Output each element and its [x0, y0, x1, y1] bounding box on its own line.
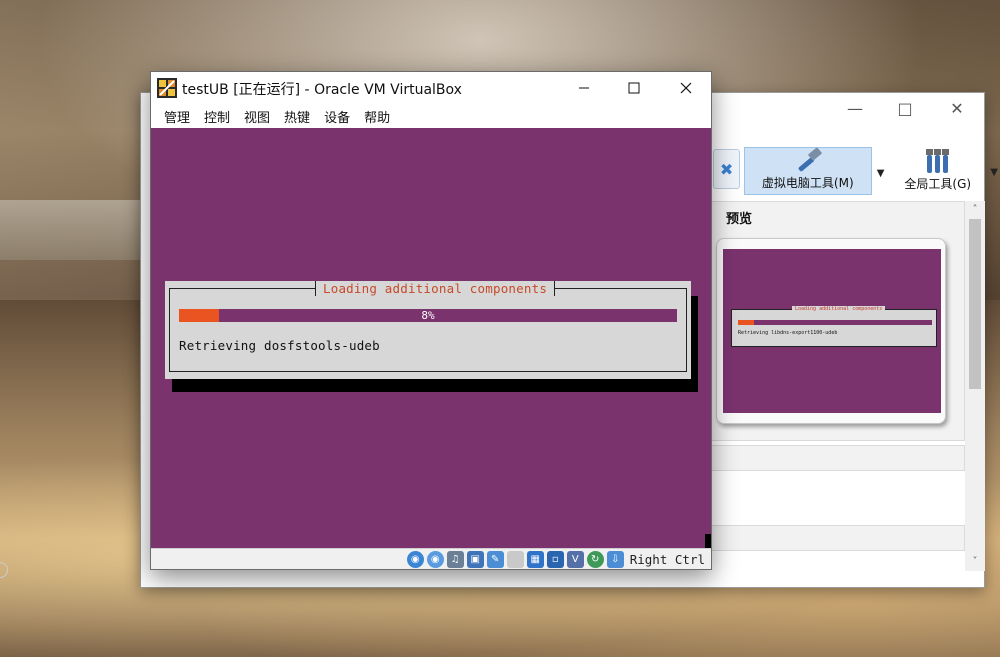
usb-icon[interactable]: ✎: [486, 550, 504, 568]
installer-dialog: Loading additional components 8% Retriev…: [165, 281, 691, 379]
machine-tools-dropdown-icon[interactable]: ▼: [877, 168, 885, 179]
menu-view[interactable]: 视图: [237, 107, 277, 126]
vm-statusbar: ◉ ◉ ♫ ▣ ✎ ▦ ▫ V ↻ ⇩ Right Ctrl: [151, 548, 711, 569]
optical-drive-icon[interactable]: ◉: [426, 550, 444, 568]
hammer-icon: [798, 148, 822, 172]
menu-help[interactable]: 帮助: [357, 107, 397, 126]
screen-edge-artifact: [705, 534, 711, 548]
host-key-label: Right Ctrl: [629, 551, 705, 567]
dialog-frame: [169, 288, 687, 372]
global-tools-icon: [925, 149, 949, 173]
manager-minimize-button[interactable]: —: [835, 93, 875, 123]
vm-titlebar[interactable]: testUB [正在运行] - Oracle VM VirtualBox: [151, 72, 711, 104]
vm-maximize-button[interactable]: [609, 72, 659, 104]
menu-devices[interactable]: 设备: [317, 107, 357, 126]
menu-hotkeys[interactable]: 热键: [277, 107, 317, 126]
preview-panel: 预览 Loading additional components Retriev…: [711, 201, 965, 441]
description-section-header[interactable]: [711, 525, 965, 551]
dialog-title: Loading additional components: [315, 281, 556, 296]
hard-disk-icon[interactable]: ◉: [406, 550, 424, 568]
preview-dialog-title: Loading additional components: [792, 306, 886, 312]
preview-progress-bar: [738, 320, 932, 325]
virtualbox-logo-icon: [157, 78, 177, 98]
global-tools-dropdown-icon[interactable]: ▼: [990, 167, 998, 178]
cpu-virtualization-icon[interactable]: V: [566, 550, 584, 568]
vm-preview-thumbnail: Loading additional components Retrieving…: [716, 238, 946, 424]
scrollbar-thumb[interactable]: [969, 219, 981, 389]
wallpaper-window-pane: [0, 200, 150, 260]
details-section-header[interactable]: [711, 445, 965, 471]
preview-installer-dialog: Loading additional components Retrieving…: [731, 306, 937, 347]
global-tools-label: 全局工具(G): [904, 177, 972, 191]
audio-icon[interactable]: ♫: [446, 550, 464, 568]
manager-close-button[interactable]: ✕: [937, 93, 977, 123]
mouse-integration-icon[interactable]: ↻: [586, 550, 604, 568]
manager-maximize-button[interactable]: □: [885, 93, 925, 123]
machine-tools-label: 虚拟电脑工具(M): [761, 176, 854, 190]
network-icon[interactable]: ▣: [466, 550, 484, 568]
scroll-down-icon[interactable]: ˅: [968, 555, 982, 569]
menu-control[interactable]: 控制: [197, 107, 237, 126]
vm-menubar: 管理 控制 视图 热键 设备 帮助: [151, 104, 711, 128]
machine-tools-button[interactable]: 虚拟电脑工具(M) ▼: [744, 147, 885, 195]
progress-percent-label: 8%: [421, 309, 435, 322]
vm-close-button[interactable]: [661, 72, 711, 104]
discard-icon: ✖: [719, 159, 734, 179]
vm-window: testUB [正在运行] - Oracle VM VirtualBox 管理 …: [150, 71, 712, 570]
close-icon: [680, 82, 692, 94]
maximize-icon: [628, 82, 640, 94]
video-capture-icon[interactable]: ▫: [546, 550, 564, 568]
vm-minimize-button[interactable]: [559, 72, 609, 104]
shared-folders-icon[interactable]: [506, 550, 524, 568]
preview-progress-fill: [738, 320, 754, 325]
menu-machine[interactable]: 管理: [157, 107, 197, 126]
preview-status-text: Retrieving libdns-export1100-udeb: [738, 330, 838, 336]
keyboard-capture-icon[interactable]: ⇩: [606, 550, 624, 568]
minimize-icon: [579, 87, 589, 89]
manager-toolbar: ✖ 虚拟电脑工具(M) ▼ 全局工具(G) ▼: [713, 147, 998, 197]
vm-window-title: testUB [正在运行] - Oracle VM VirtualBox: [182, 82, 462, 98]
preview-panel-title: 预览: [726, 212, 753, 227]
installer-status-text: Retrieving dosfstools-udeb: [179, 338, 380, 353]
progress-bar: 8%: [179, 309, 677, 322]
preview-screen: Loading additional components Retrieving…: [723, 249, 941, 413]
manager-scrollbar[interactable]: ˄ ˅: [965, 201, 985, 571]
display-icon[interactable]: ▦: [526, 550, 544, 568]
scroll-up-icon[interactable]: ˄: [968, 203, 982, 217]
discard-button[interactable]: ✖: [713, 149, 741, 189]
global-tools-button[interactable]: 全局工具(G) ▼: [890, 147, 998, 195]
vm-display[interactable]: Loading additional components 8% Retriev…: [151, 128, 711, 548]
